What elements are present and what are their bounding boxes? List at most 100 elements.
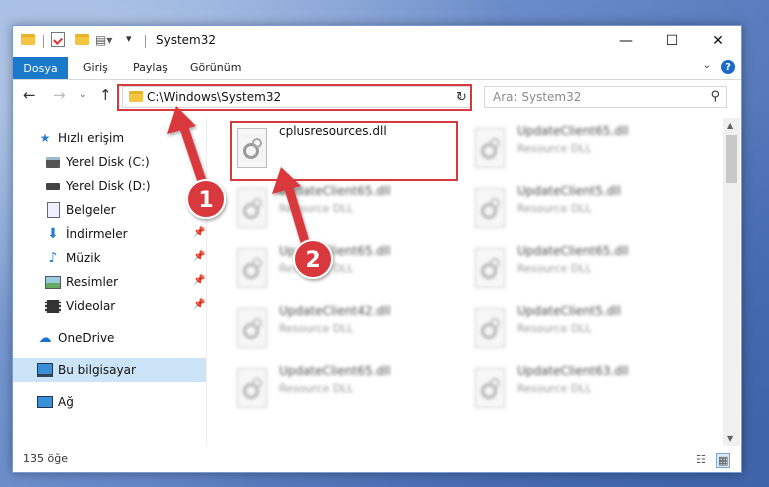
file-item[interactable]: UpdateClient65.dll Resource DLL xyxy=(445,120,675,176)
expand-ribbon-icon[interactable]: ⌄ xyxy=(703,60,711,71)
sidebar-item-label: Hızlı erişim xyxy=(58,131,125,145)
file-name: UpdateClient65.dll xyxy=(279,244,391,258)
sidebar-item-documents[interactable]: Belgeler xyxy=(13,198,206,222)
download-icon: ⬇ xyxy=(47,226,59,242)
scroll-down-icon[interactable]: ▼ xyxy=(727,434,733,443)
pin-icon[interactable]: 📌 xyxy=(193,251,205,262)
dll-file-icon xyxy=(237,248,267,288)
sidebar-item-label: Yerel Disk (D:) xyxy=(66,179,151,193)
new-folder-icon[interactable] xyxy=(75,34,89,45)
sidebar-item-label: Belgeler xyxy=(66,203,116,217)
tab-share[interactable]: Paylaş xyxy=(133,61,168,74)
dll-file-icon xyxy=(475,188,505,228)
file-item[interactable]: UpdateClient5.dll Resource DLL xyxy=(445,180,675,236)
dll-file-icon xyxy=(237,308,267,348)
close-button[interactable]: ✕ xyxy=(695,26,741,56)
star-icon: ★ xyxy=(39,131,51,145)
tab-home[interactable]: Giriş xyxy=(83,61,108,74)
sidebar-item-local-disk-d[interactable]: Yerel Disk (D:) xyxy=(13,174,206,198)
dll-file-icon xyxy=(475,368,505,408)
quick-access-toolbar-icon[interactable]: ▤▾ xyxy=(95,33,112,47)
status-bar: 135 öğe ☷ ▦ xyxy=(13,448,741,470)
minimize-button[interactable]: — xyxy=(603,26,649,56)
file-type: Resource DLL xyxy=(517,322,592,335)
sidebar-item-onedrive[interactable]: ☁ OneDrive xyxy=(13,326,206,350)
title-separator xyxy=(145,35,146,48)
file-type: Resource DLL xyxy=(517,142,592,155)
search-icon[interactable]: ⚲ xyxy=(710,89,720,104)
navigation-pane: ★ Hızlı erişim Yerel Disk (C:) Yerel Dis… xyxy=(13,118,207,446)
computer-icon xyxy=(37,362,53,378)
pin-icon[interactable]: 📌 xyxy=(193,299,205,310)
file-item[interactable]: UpdateClient65.dll Resource DLL xyxy=(445,240,675,296)
file-type: Resource DLL xyxy=(517,262,592,275)
file-type: Resource DLL xyxy=(279,382,354,395)
forward-button[interactable]: → xyxy=(53,86,66,104)
file-item[interactable]: UpdateClient65.dll Resource DLL xyxy=(207,240,437,296)
vertical-scrollbar[interactable]: ▲ ▼ xyxy=(723,118,740,446)
sidebar-item-label: Müzik xyxy=(66,251,101,265)
cloud-icon: ☁ xyxy=(38,330,52,346)
properties-icon[interactable] xyxy=(51,32,65,47)
file-item[interactable]: UpdateClient42.dll Resource DLL xyxy=(207,300,437,356)
file-item[interactable]: UpdateClient5.dll Resource DLL xyxy=(445,300,675,356)
sidebar-item-label: Bu bilgisayar xyxy=(58,363,136,377)
dll-file-icon xyxy=(475,308,505,348)
pin-icon[interactable]: 📌 xyxy=(193,275,205,286)
sidebar-item-network[interactable]: Ağ xyxy=(13,390,206,414)
customize-toolbar-icon[interactable]: ▾ xyxy=(126,32,132,45)
file-name: UpdateClient65.dll xyxy=(517,124,629,138)
scrollbar-thumb[interactable] xyxy=(726,135,737,183)
sidebar-item-label: Yerel Disk (C:) xyxy=(66,155,150,169)
sidebar-item-label: Resimler xyxy=(66,275,119,289)
file-type: Resource DLL xyxy=(279,262,354,275)
document-icon xyxy=(45,202,61,218)
file-type: Resource DLL xyxy=(279,322,354,335)
sidebar-item-label: Videolar xyxy=(66,299,116,313)
search-input[interactable]: Ara: System32 ⚲ xyxy=(484,86,727,108)
file-name: UpdateClient42.dll xyxy=(279,304,391,318)
file-name: UpdateClient5.dll xyxy=(517,304,621,318)
large-icons-view-icon[interactable]: ▦ xyxy=(716,453,731,468)
sidebar-item-quick-access[interactable]: ★ Hızlı erişim xyxy=(13,126,206,150)
music-icon: ♪ xyxy=(48,250,58,266)
file-item[interactable]: UpdateClient63.dll Resource DLL xyxy=(445,360,675,416)
sidebar-item-label: OneDrive xyxy=(58,331,115,345)
back-button[interactable]: ← xyxy=(23,86,36,104)
search-placeholder: Ara: System32 xyxy=(493,90,582,104)
sidebar-item-label: İndirmeler xyxy=(66,227,128,241)
dll-file-icon xyxy=(237,368,267,408)
file-item[interactable]: UpdateClient65.dll Resource DLL xyxy=(207,360,437,416)
video-icon xyxy=(45,298,61,314)
recent-locations-icon[interactable]: ⌄ xyxy=(79,90,87,100)
file-name: UpdateClient65.dll xyxy=(279,364,391,378)
sidebar-item-downloads[interactable]: ⬇ İndirmeler 📌 xyxy=(13,222,206,246)
file-name: UpdateClient65.dll xyxy=(279,184,391,198)
pin-icon[interactable]: 📌 xyxy=(193,227,205,238)
file-item[interactable]: UpdateClient65.dll Resource DLL xyxy=(207,180,437,236)
drive-icon xyxy=(45,154,61,170)
sidebar-item-local-disk-c[interactable]: Yerel Disk (C:) xyxy=(13,150,206,174)
sidebar-item-music[interactable]: ♪ Müzik 📌 xyxy=(13,246,206,270)
file-name: UpdateClient5.dll xyxy=(517,184,621,198)
file-type: Resource DLL xyxy=(517,382,592,395)
maximize-button[interactable]: ☐ xyxy=(649,26,695,56)
tab-file[interactable]: Dosya xyxy=(13,57,68,79)
sidebar-item-videos[interactable]: Videolar 📌 xyxy=(13,294,206,318)
pictures-icon xyxy=(45,274,61,290)
help-icon[interactable]: ? xyxy=(721,60,735,74)
file-name: UpdateClient65.dll xyxy=(517,244,629,258)
details-view-icon[interactable]: ☷ xyxy=(696,453,706,466)
folder-icon xyxy=(21,34,35,45)
scroll-up-icon[interactable]: ▲ xyxy=(727,121,733,130)
quick-access-separator xyxy=(43,35,44,48)
file-highlight xyxy=(230,121,458,181)
file-name: UpdateClient63.dll xyxy=(517,364,629,378)
file-type: Resource DLL xyxy=(279,202,354,215)
sidebar-item-label: Ağ xyxy=(58,395,74,409)
up-button[interactable]: ↑ xyxy=(99,86,112,104)
sidebar-item-this-pc[interactable]: Bu bilgisayar xyxy=(13,358,206,382)
network-icon xyxy=(37,394,53,410)
tab-view[interactable]: Görünüm xyxy=(190,61,241,74)
sidebar-item-pictures[interactable]: Resimler 📌 xyxy=(13,270,206,294)
